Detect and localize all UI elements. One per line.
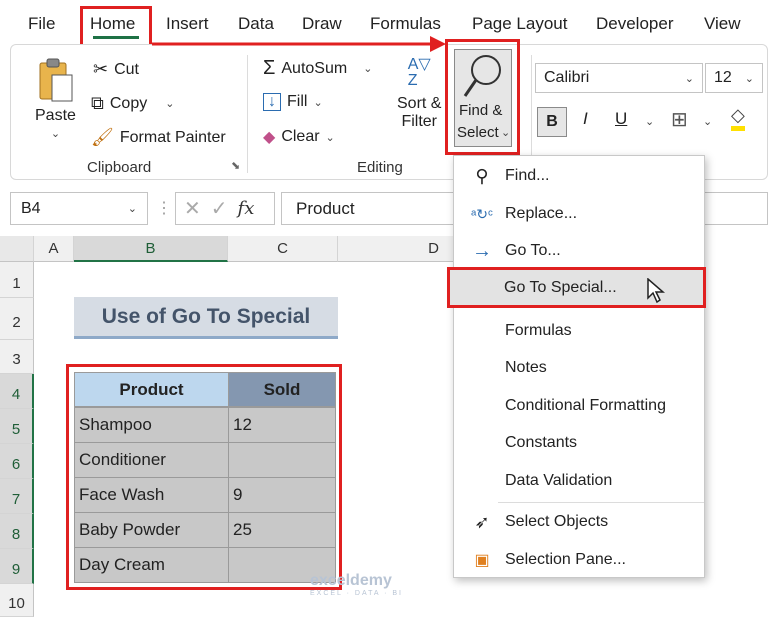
menu-item-data-validation[interactable]: Data Validation	[454, 463, 704, 499]
menu-item-label: Replace...	[505, 205, 578, 222]
menu-item-label: Notes	[505, 359, 547, 376]
menu-item-label: Go To Special...	[504, 279, 617, 296]
row-header-5[interactable]: 5	[0, 409, 34, 444]
insert-function-button[interactable]: fx	[238, 198, 255, 219]
menu-item-replace[interactable]: ᵃ↻ᶜ Replace...	[454, 196, 704, 232]
menu-item-notes[interactable]: Notes	[454, 350, 704, 386]
menu-item-selection-pane[interactable]: ▣ Selection Pane...	[454, 542, 704, 578]
column-header-c[interactable]: C	[228, 236, 338, 262]
menu-item-label: Go To...	[505, 242, 561, 259]
menu-item-label: Select Objects	[505, 513, 609, 530]
menu-item-goto[interactable]: → Go To...	[454, 233, 704, 269]
table-highlight-box	[66, 364, 342, 590]
watermark-logo: exceldemy EXCEL · DATA · BI	[310, 572, 403, 597]
enter-icon[interactable]: ✓	[211, 196, 228, 221]
mouse-cursor-icon	[647, 278, 666, 304]
menu-item-conditional-formatting[interactable]: Conditional Formatting	[454, 388, 704, 424]
menu-item-select-objects[interactable]: ➶ Select Objects	[454, 504, 704, 540]
menu-item-constants[interactable]: Constants	[454, 425, 704, 461]
select-all-corner[interactable]	[0, 236, 34, 262]
watermark-name: exceldemy	[310, 572, 392, 589]
cancel-icon[interactable]: ✕	[184, 196, 201, 221]
row-header-3[interactable]: 3	[0, 340, 34, 374]
column-header-a[interactable]: A	[34, 236, 74, 262]
drag-handle-icon[interactable]: ⋮	[156, 198, 172, 218]
row-header-8[interactable]: 8	[0, 514, 34, 549]
chevron-down-icon: ⌄	[127, 203, 137, 215]
menu-item-find[interactable]: ⚲ Find...	[454, 158, 704, 194]
selection-pane-icon: ▣	[474, 552, 490, 569]
replace-icon: ᵃ↻ᶜ	[471, 205, 493, 222]
watermark-tag: EXCEL · DATA · BI	[310, 590, 403, 597]
row-header-6[interactable]: 6	[0, 444, 34, 479]
menu-item-formulas[interactable]: Formulas	[454, 313, 704, 349]
menu-item-goto-special[interactable]: Go To Special...	[447, 267, 706, 308]
row-header-4[interactable]: 4	[0, 374, 34, 409]
menu-item-label: Formulas	[505, 322, 572, 339]
row-header-7[interactable]: 7	[0, 479, 34, 514]
pointer-icon: ➶	[474, 511, 490, 532]
menu-item-label: Data Validation	[505, 472, 613, 489]
row-header-10[interactable]: 10	[0, 584, 34, 617]
row-header-9[interactable]: 9	[0, 549, 34, 584]
sheet-title-cell[interactable]: Use of Go To Special	[74, 297, 338, 339]
row-header-1[interactable]: 1	[0, 262, 34, 298]
arrow-right-icon: →	[472, 239, 492, 262]
menu-item-label: Selection Pane...	[505, 551, 626, 568]
find-select-dropdown: ⚲ Find... ᵃ↻ᶜ Replace... → Go To... Form…	[453, 155, 705, 578]
row-header-2[interactable]: 2	[0, 298, 34, 340]
column-header-b[interactable]: B	[74, 236, 228, 262]
menu-separator	[498, 502, 704, 503]
menu-item-label: Find...	[505, 167, 550, 184]
name-box-value: B4	[21, 199, 41, 217]
menu-item-label: Constants	[505, 434, 578, 451]
search-icon: ⚲	[475, 165, 489, 186]
name-box[interactable]: B4 ⌄	[10, 192, 148, 225]
menu-item-label: Conditional Formatting	[505, 397, 666, 414]
formula-controls: ✕ ✓ fx	[175, 192, 275, 225]
